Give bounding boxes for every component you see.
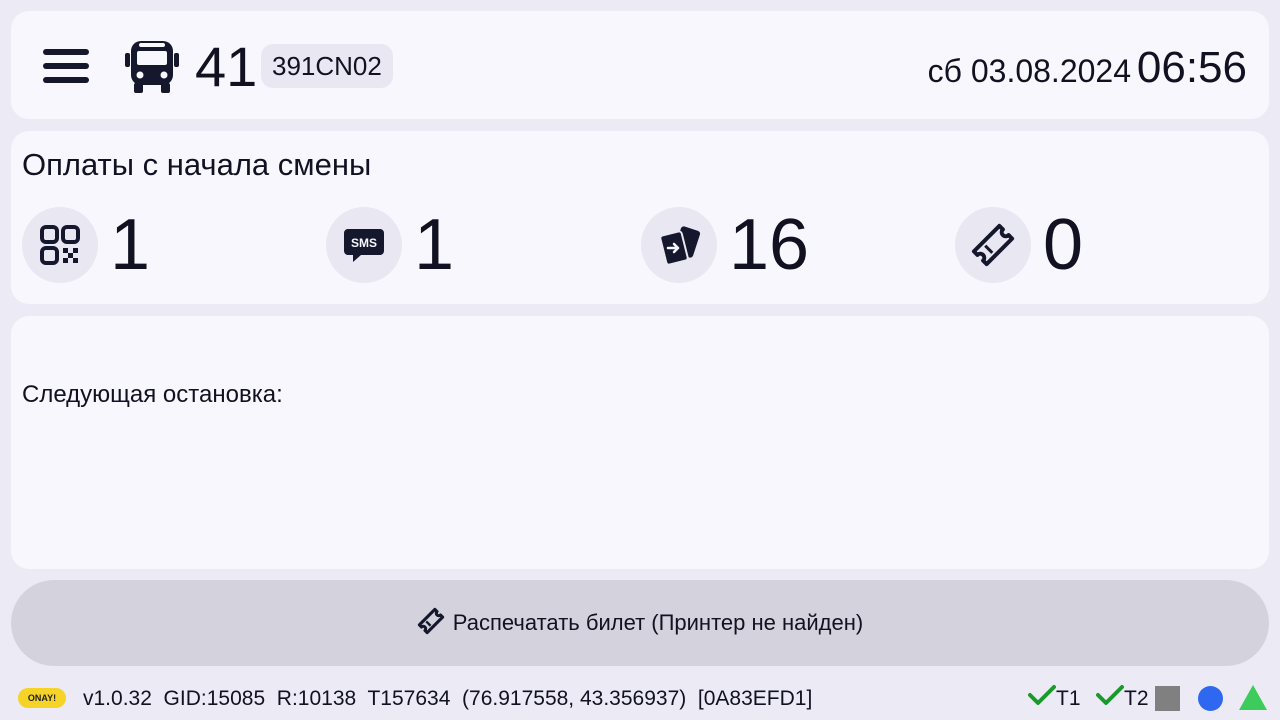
card-payments-count: 16 [729,205,810,285]
payments-panel: Оплаты с начала смены 1 SMS 1 16 0 [11,131,1269,304]
vehicle-plate-badge: 391CN02 [261,44,393,88]
print-ticket-button[interactable]: Распечатать билет (Принтер не найден) [11,580,1269,666]
printer-status-square-icon [1155,686,1180,711]
ticket-payments-count: 0 [1043,205,1084,285]
sms-icon: SMS [326,207,402,283]
terminal-2-label: T2 [1124,686,1149,710]
header-bar: 41 391CN02 сб 03.08.2024 06:56 [11,11,1269,119]
qr-code-icon [22,207,98,283]
print-ticket-label: Распечатать билет (Принтер не найден) [452,610,864,635]
check-icon [1028,684,1056,713]
status-info-text: v1.0.32 GID:15085 R:10138 T157634 (76.91… [83,687,813,710]
next-stop-label: Следующая остановка: [22,381,283,408]
ticket-icon [417,607,445,640]
connection-status-circle-icon [1198,686,1223,711]
terminal-1-label: T1 [1056,686,1081,710]
menu-icon[interactable] [43,49,89,83]
svg-text:SMS: SMS [351,236,377,250]
onay-logo: ONAY! [18,688,66,708]
terminal-2-status: T2 [1096,684,1149,713]
next-stop-panel: Следующая остановка: [11,316,1269,569]
payments-title: Оплаты с начала смены [22,147,372,182]
gps-status-triangle-icon [1239,685,1267,710]
time-label: 06:56 [1136,43,1247,92]
bus-icon [125,39,179,100]
status-bar: ONAY! v1.0.32 GID:15085 R:10138 T157634 … [0,680,1280,720]
qr-payments-count: 1 [110,205,151,285]
sms-payments-count: 1 [414,205,455,285]
route-number: 41 [195,35,258,98]
terminal-1-status: T1 [1028,684,1081,713]
date-label: сб 03.08.2024 [927,53,1131,89]
check-icon [1096,684,1124,713]
card-tap-icon [641,207,717,283]
ticket-icon [955,207,1031,283]
